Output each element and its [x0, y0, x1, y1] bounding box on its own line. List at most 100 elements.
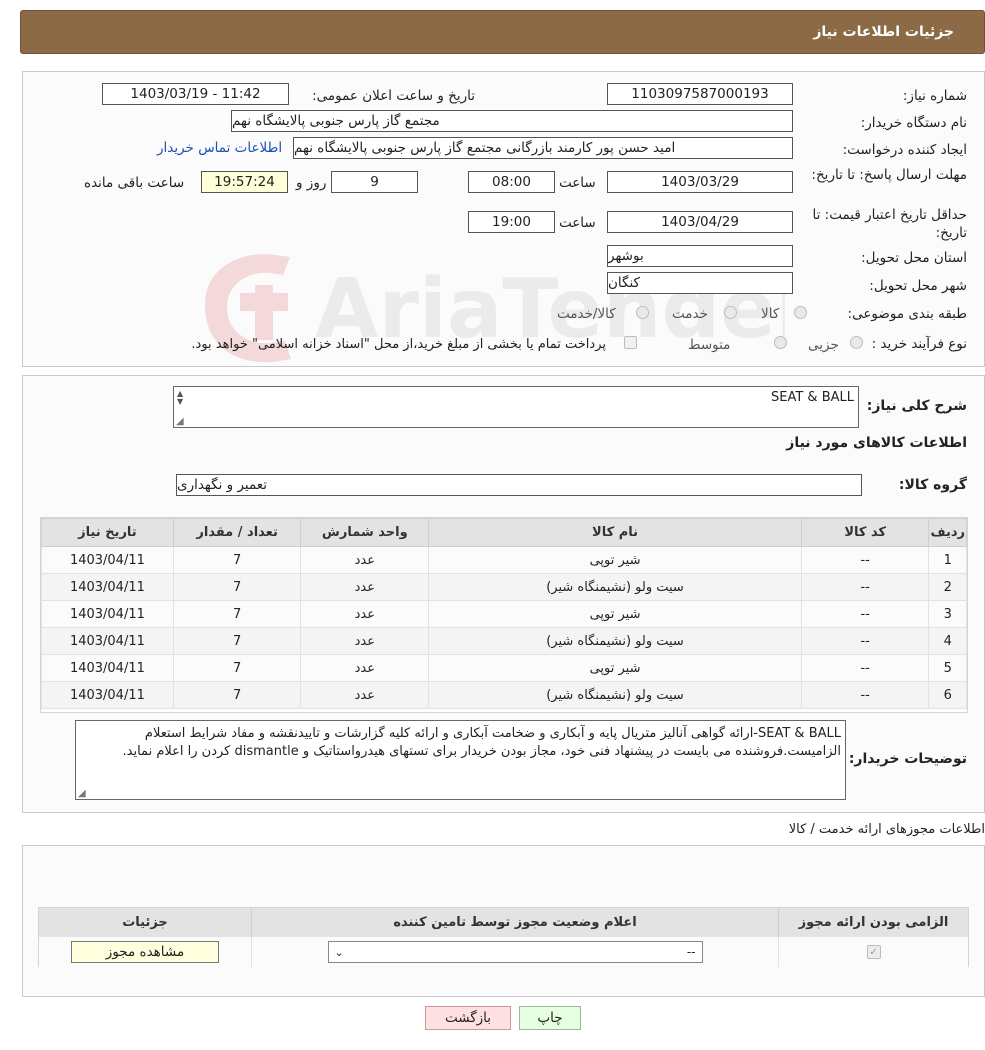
general-description-text: SEAT & BALL: [771, 390, 854, 405]
cell-need-date: 1403/04/11: [41, 627, 174, 655]
table-row: 5 -- شیر توپی عدد 7 1403/04/11: [41, 654, 967, 682]
permit-status-value: --: [686, 945, 696, 959]
cell-row: 3: [928, 600, 967, 628]
resize-handle-icon[interactable]: ◢: [176, 416, 184, 427]
table-row: 1 -- شیر توپی عدد 7 1403/04/11: [41, 546, 967, 574]
cell-code: --: [800, 654, 930, 682]
purchase-radio-medium[interactable]: [774, 336, 787, 349]
buyer-notes-textarea[interactable]: SEAT & BALL-ارائه گواهی آنالیز متریال پا…: [75, 720, 846, 800]
need-number-field: 1103097587000193: [607, 83, 793, 105]
cell-unit: عدد: [300, 573, 430, 601]
items-table-header: ردیف کد کالا نام کالا واحد شمارش تعداد /…: [41, 518, 967, 547]
col-permit-required: الزامی بودن ارائه مجوز: [778, 908, 968, 937]
cell-unit: عدد: [300, 600, 430, 628]
cell-quantity: 7: [172, 600, 302, 628]
cell-need-date: 1403/04/11: [41, 681, 174, 709]
col-quantity: تعداد / مقدار: [172, 518, 302, 547]
days-remaining-field: 9: [331, 171, 418, 193]
category-radio-goods-service[interactable]: [636, 306, 649, 319]
permit-required-cell: ✓: [778, 937, 968, 967]
cell-row: 4: [928, 627, 967, 655]
category-option-service: خدمت: [672, 306, 708, 322]
items-table: ردیف کد کالا نام کالا واحد شمارش تعداد /…: [41, 518, 967, 709]
general-description-textarea[interactable]: SEAT & BALL ▲ ▼ ◢: [173, 386, 859, 428]
cell-row: 2: [928, 573, 967, 601]
buyer-contact-link[interactable]: اطلاعات تماس خریدار: [157, 140, 282, 156]
col-row: ردیف: [928, 518, 967, 547]
cell-code: --: [800, 546, 930, 574]
category-radio-goods[interactable]: [794, 306, 807, 319]
items-table-wrapper: ردیف کد کالا نام کالا واحد شمارش تعداد /…: [40, 517, 968, 713]
buyer-org-label: نام دستگاه خریدار:: [860, 115, 967, 131]
category-option-goods: کالا: [761, 306, 780, 322]
cell-unit: عدد: [300, 546, 430, 574]
goods-group-field: تعمیر و نگهداری: [176, 474, 862, 496]
col-unit: واحد شمارش: [300, 518, 430, 547]
category-radio-service[interactable]: [724, 306, 737, 319]
permit-status-cell: ⌄ --: [251, 937, 778, 967]
goods-info-title: اطلاعات کالاهای مورد نیاز: [786, 435, 967, 451]
need-number-label: شماره نیاز:: [902, 88, 967, 104]
deadline-time-field: 08:00: [468, 171, 555, 193]
cell-quantity: 7: [172, 573, 302, 601]
purchase-option-medium: متوسط: [688, 337, 731, 353]
table-row: 3 -- شیر توپی عدد 7 1403/04/11: [41, 600, 967, 628]
request-creator-label: ایجاد کننده درخواست:: [842, 142, 967, 158]
goods-group-label: گروه کالا:: [898, 477, 967, 493]
cell-name: سیت ولو (نشیمنگاه شیر): [428, 627, 802, 655]
deadline-label: مهلت ارسال پاسخ: تا تاریخ:: [811, 167, 967, 183]
permits-title: اطلاعات مجوزهای ارائه خدمت / کالا: [788, 822, 985, 837]
permit-status-select[interactable]: ⌄ --: [327, 941, 703, 963]
request-creator-field: امید حسن پور کارمند بازرگانی مجتمع گاز پ…: [293, 137, 793, 159]
permits-table-header: الزامی بودن ارائه مجوز اعلام وضعیت مجوز …: [39, 908, 968, 937]
back-button[interactable]: بازگشت: [425, 1006, 511, 1030]
cell-row: 1: [928, 546, 967, 574]
resize-handle-icon[interactable]: ◢: [78, 788, 86, 799]
permits-table: الزامی بودن ارائه مجوز اعلام وضعیت مجوز …: [38, 907, 969, 967]
remaining-time-field: 19:57:24: [201, 171, 288, 193]
cell-unit: عدد: [300, 654, 430, 682]
cell-code: --: [800, 573, 930, 601]
cell-code: --: [800, 681, 930, 709]
view-permit-button[interactable]: مشاهده مجوز: [71, 941, 219, 963]
cell-code: --: [800, 627, 930, 655]
category-option-goods-service: کالا/خدمت: [557, 306, 616, 322]
cell-name: شیر توپی: [428, 546, 802, 574]
cell-quantity: 7: [172, 654, 302, 682]
cell-need-date: 1403/04/11: [41, 573, 174, 601]
page-header: جزئیات اطلاعات نیاز: [20, 10, 985, 54]
cell-name: شیر توپی: [428, 600, 802, 628]
cell-name: سیت ولو (نشیمنگاه شیر): [428, 681, 802, 709]
general-description-label: شرح کلی نیاز:: [866, 398, 967, 414]
treasury-checkbox[interactable]: [624, 336, 637, 349]
permit-details-cell: مشاهده مجوز: [39, 937, 251, 967]
purchase-option-minor: جزیی: [808, 337, 839, 353]
treasury-note: پرداخت تمام یا بخشی از مبلغ خرید،از محل …: [191, 337, 606, 352]
cell-name: شیر توپی: [428, 654, 802, 682]
city-label: شهر محل تحویل:: [869, 278, 967, 294]
purchase-radio-minor[interactable]: [850, 336, 863, 349]
cell-row: 6: [928, 681, 967, 709]
days-label: روز و: [296, 175, 327, 191]
announce-datetime-label: تاریخ و ساعت اعلان عمومی:: [312, 88, 475, 104]
cell-unit: عدد: [300, 681, 430, 709]
buyer-org-field: مجتمع گاز پارس جنوبی پالایشگاه نهم: [231, 110, 793, 132]
permit-required-checkbox: ✓: [866, 945, 881, 959]
city-field: کنگان: [607, 272, 793, 294]
deadline-date-field: 1403/03/29: [607, 171, 793, 193]
print-button[interactable]: چاپ: [519, 1006, 581, 1030]
col-need-date: تاریخ نیاز: [41, 518, 174, 547]
cell-need-date: 1403/04/11: [41, 546, 174, 574]
remaining-time-label: ساعت باقی مانده: [84, 175, 185, 191]
price-validity-time-label: ساعت: [559, 215, 596, 231]
buyer-notes-label: توضیحات خریدار:: [848, 751, 967, 767]
deadline-time-label: ساعت: [559, 175, 596, 191]
cell-need-date: 1403/04/11: [41, 600, 174, 628]
table-row: 6 -- سیت ولو (نشیمنگاه شیر) عدد 7 1403/0…: [41, 681, 967, 709]
table-row: 2 -- سیت ولو (نشیمنگاه شیر) عدد 7 1403/0…: [41, 573, 967, 601]
scroll-arrows-icon[interactable]: ▲ ▼: [177, 390, 183, 406]
province-label: استان محل تحویل:: [861, 250, 967, 266]
table-row: 4 -- سیت ولو (نشیمنگاه شیر) عدد 7 1403/0…: [41, 627, 967, 655]
price-validity-label: حداقل تاریخ اعتبار قیمت: تا تاریخ:: [812, 207, 967, 241]
category-label: طبقه بندی موضوعی:: [847, 306, 967, 322]
